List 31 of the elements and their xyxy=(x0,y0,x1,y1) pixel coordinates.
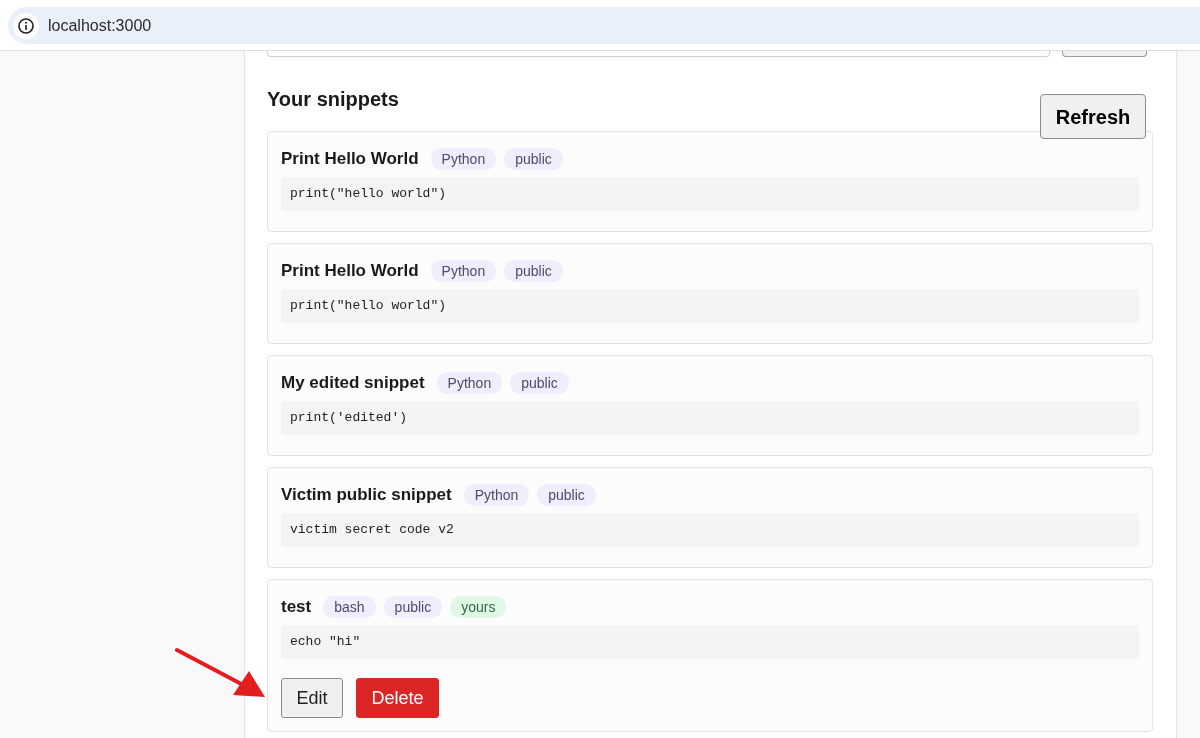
tag: public xyxy=(504,148,563,170)
info-icon[interactable] xyxy=(13,12,39,39)
section-heading: Your snippets xyxy=(267,87,399,112)
snippet-title: Print Hello World xyxy=(281,260,419,283)
refresh-button[interactable]: Refresh xyxy=(1040,94,1146,139)
code-block: victim secret code v2 xyxy=(281,513,1139,547)
delete-button[interactable]: Delete xyxy=(356,678,439,718)
edit-button[interactable]: Edit xyxy=(281,678,343,718)
tag: bash xyxy=(323,596,376,618)
snippet-title: test xyxy=(281,596,312,619)
button[interactable] xyxy=(1062,51,1147,57)
tag: Python xyxy=(430,148,497,170)
tag: public xyxy=(504,260,563,282)
snippet-title: Print Hello World xyxy=(281,148,419,171)
code-block: echo "hi" xyxy=(281,625,1139,659)
tag: public xyxy=(383,596,443,618)
tag: public xyxy=(537,484,596,506)
snippet-title: My edited snippet xyxy=(281,372,425,395)
snippet-title: Victim public snippet xyxy=(281,484,452,507)
tag: Python xyxy=(436,372,503,394)
tag: public xyxy=(510,372,569,394)
tag: yours xyxy=(450,596,507,618)
code-block: print("hello world") xyxy=(281,177,1139,211)
arrow-icon xyxy=(175,647,267,699)
input-field[interactable] xyxy=(267,51,1050,57)
tag: Python xyxy=(463,484,530,506)
url-text: localhost:3000 xyxy=(48,15,152,36)
code-block: print("hello world") xyxy=(281,289,1139,323)
address-bar[interactable]: localhost:3000 xyxy=(8,7,1200,44)
tag: Python xyxy=(430,260,497,282)
code-block: print('edited') xyxy=(281,401,1139,435)
